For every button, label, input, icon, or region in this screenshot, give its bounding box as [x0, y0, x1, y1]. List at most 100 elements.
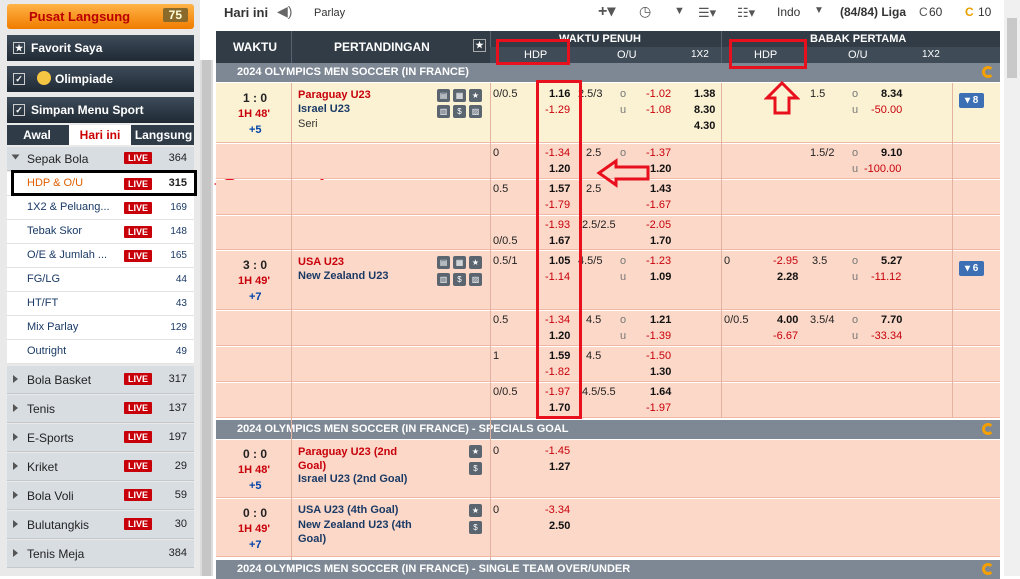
scrollbar-thumb[interactable]	[1007, 18, 1017, 78]
league-section-header[interactable]: 2024 OLYMPICS MEN SOCCER (IN FRANCE) - S…	[216, 560, 1000, 579]
dollar-icon[interactable]: $	[469, 462, 482, 475]
speaker-icon[interactable]: ◀)	[277, 3, 292, 20]
chart-icon[interactable]: ▨	[469, 105, 482, 118]
odds-over[interactable]: -2.05	[646, 219, 671, 231]
tv-icon[interactable]: ▤	[437, 89, 450, 102]
clock-icon[interactable]: ◷	[639, 3, 651, 20]
odds-under[interactable]: -1.67	[646, 199, 671, 211]
refresh-icon[interactable]	[982, 66, 994, 78]
home-team[interactable]: USA U23 (4th Goal)	[298, 504, 398, 516]
league-filter[interactable]: (84/84) Liga	[840, 5, 906, 19]
olympics-button[interactable]: ✓ Olimpiade	[7, 66, 194, 92]
sidebar-item-esports[interactable]: E-Sports LIVE 197	[7, 424, 194, 452]
list-view-icon[interactable]: ☷▾	[737, 5, 755, 21]
odds-under[interactable]: 1.30	[650, 366, 671, 378]
sidebar-item-outright[interactable]: Outright 49	[7, 340, 194, 364]
sports-menu-header[interactable]: ✓ Simpan Menu Sport	[7, 97, 194, 123]
odds-under[interactable]: 1.20	[650, 163, 671, 175]
away-team[interactable]: New Zealand U23	[298, 270, 388, 282]
refresh-icon[interactable]	[982, 423, 994, 435]
sidebar-item-fg-lg[interactable]: FG/LG 44	[7, 268, 194, 292]
odds-over[interactable]: 1.64	[650, 386, 671, 398]
odds-over[interactable]: -1.02	[646, 88, 671, 100]
more-markets-button[interactable]: ▾ 8	[959, 93, 985, 108]
dollar-icon[interactable]: $	[469, 521, 482, 534]
league-section-header[interactable]: 2024 OLYMPICS MEN SOCCER (IN FRANCE) - S…	[216, 420, 1000, 439]
sidebar-item-oe-total[interactable]: O/E & Jumlah ... LIVE 165	[7, 244, 194, 268]
odds-under[interactable]: -1.97	[646, 402, 671, 414]
fh-odds-under[interactable]: -11.12	[871, 271, 901, 283]
odds-home[interactable]: -1.45	[545, 445, 570, 457]
fh-odds-under[interactable]: -33.34	[871, 330, 902, 342]
star-icon[interactable]: ★	[469, 445, 482, 458]
odds-over[interactable]: 1.43	[650, 183, 671, 195]
more-markets-button[interactable]: ▾ 6	[959, 261, 985, 276]
more-bets-link[interactable]: +5	[249, 124, 262, 136]
scrollbar-thumb[interactable]	[202, 60, 211, 576]
odds-over[interactable]: 1.21	[650, 314, 671, 326]
add-icon[interactable]: +▾	[598, 1, 615, 21]
sidebar-item-mix-parlay[interactable]: Mix Parlay 129	[7, 316, 194, 340]
away-team[interactable]: Israel U23 (2nd Goal)	[298, 473, 407, 485]
tab-awal[interactable]: Awal	[7, 125, 67, 145]
dollar-icon[interactable]: $	[453, 273, 466, 286]
tab-langsung[interactable]: Langsung	[133, 125, 194, 145]
odds-under[interactable]: -1.08	[646, 104, 671, 116]
sidebar-item-badminton[interactable]: Bulutangkis LIVE 30	[7, 511, 194, 539]
stats-icon[interactable]: ▦	[453, 256, 466, 269]
refresh-icon[interactable]	[982, 563, 994, 575]
home-team[interactable]: Paraguay U23	[298, 89, 371, 101]
odds-type-select[interactable]: Indo	[777, 5, 800, 19]
away-team[interactable]: Israel U23	[298, 103, 350, 115]
fh-odds-home[interactable]: 4.00	[777, 314, 798, 326]
sidebar-item-cricket[interactable]: Kriket LIVE 29	[7, 453, 194, 481]
grid-icon[interactable]: ▥	[437, 105, 450, 118]
odds-over[interactable]: -1.23	[646, 255, 671, 267]
star-icon[interactable]: ★	[469, 89, 482, 102]
fh-odds-over[interactable]: 5.27	[881, 255, 902, 267]
fh-odds-under[interactable]: -50.00	[871, 104, 902, 116]
sidebar-item-correct-score[interactable]: Tebak Skor LIVE 148	[7, 220, 194, 244]
odds-under[interactable]: 1.09	[650, 271, 671, 283]
fh-odds-home[interactable]: -2.95	[773, 255, 798, 267]
live-center-button[interactable]: Pusat Langsung 75	[7, 4, 194, 29]
home-team[interactable]: Paraguay U23 (2nd Goal)	[298, 445, 428, 473]
more-bets-link[interactable]: +7	[249, 291, 262, 303]
odds-x[interactable]: 4.30	[694, 120, 715, 132]
fh-odds-over[interactable]: 7.70	[881, 314, 902, 326]
tab-hari-ini[interactable]: Hari ini	[69, 125, 131, 145]
odds-home[interactable]: -3.34	[545, 504, 570, 516]
chevron-down-icon[interactable]: ▼	[674, 5, 685, 17]
sidebar-item-tennis[interactable]: Tenis LIVE 137	[7, 395, 194, 423]
home-team[interactable]: USA U23	[298, 256, 344, 268]
odds-over[interactable]: -1.50	[646, 350, 671, 362]
fh-odds-over[interactable]: 9.10	[881, 147, 902, 159]
page-scrollbar[interactable]	[1004, 0, 1020, 576]
fh-odds-away[interactable]: -6.67	[773, 330, 798, 342]
chart-icon[interactable]: ▨	[469, 273, 482, 286]
odds-under[interactable]: -1.39	[646, 330, 671, 342]
league-section-header[interactable]: 2024 OLYMPICS MEN SOCCER (IN FRANCE)	[216, 63, 1000, 82]
fh-odds-under[interactable]: -100.00	[864, 163, 901, 175]
sidebar-scrollbar[interactable]	[200, 60, 213, 576]
sort-icon[interactable]: ☰▾	[698, 5, 716, 21]
odds-2[interactable]: 8.30	[694, 104, 715, 116]
more-bets-link[interactable]: +7	[249, 539, 262, 551]
dollar-icon[interactable]: $	[453, 105, 466, 118]
coin-icon[interactable]: C	[965, 5, 974, 19]
star-icon[interactable]: ★	[469, 504, 482, 517]
sidebar-item-1x2[interactable]: 1X2 & Peluang... LIVE 169	[7, 196, 194, 220]
tv-icon[interactable]: ▤	[437, 256, 450, 269]
away-team[interactable]: New Zealand U23 (4th Goal)	[298, 518, 428, 546]
star-icon[interactable]: ★	[469, 256, 482, 269]
fh-odds-away[interactable]: 2.28	[777, 271, 798, 283]
parlay-link[interactable]: Parlay	[314, 7, 345, 19]
sidebar-item-basketball[interactable]: Bola Basket LIVE 317	[7, 366, 194, 394]
odds-1[interactable]: 1.38	[694, 88, 715, 100]
odds-under[interactable]: 1.70	[650, 235, 671, 247]
grid-icon[interactable]: ▥	[437, 273, 450, 286]
sidebar-item-soccer[interactable]: Sepak Bola LIVE 364	[7, 147, 194, 171]
favorites-button[interactable]: ★ Favorit Saya	[7, 35, 194, 61]
more-bets-link[interactable]: +5	[249, 480, 262, 492]
fh-odds-over[interactable]: 8.34	[881, 88, 902, 100]
